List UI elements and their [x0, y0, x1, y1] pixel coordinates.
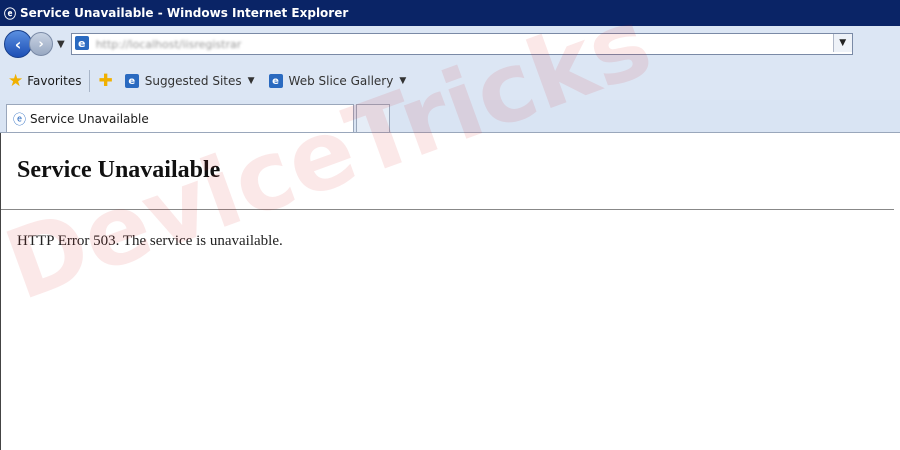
favorites-button[interactable]: Favorites — [27, 74, 81, 88]
tab-label: Service Unavailable — [30, 111, 149, 126]
error-message: HTTP Error 503. The service is unavailab… — [17, 233, 283, 249]
ie-page-icon: e — [74, 36, 89, 50]
new-tab-button[interactable] — [356, 104, 390, 132]
divider — [1, 209, 894, 210]
page-title: Service Unavailable — [17, 157, 221, 183]
tab-service-unavailable[interactable]: ⓔ Service Unavailable — [6, 104, 354, 132]
recent-pages-dropdown-icon[interactable]: ▼ — [57, 39, 65, 50]
ie-page-icon: e — [268, 74, 283, 88]
favorite-web-slice-gallery[interactable]: e Web Slice Gallery ▼ — [268, 74, 406, 88]
window-title-bar: ⓔ Service Unavailable - Windows Internet… — [0, 0, 900, 26]
tab-strip: ⓔ Service Unavailable — [0, 100, 900, 133]
back-button[interactable]: ‹ — [4, 30, 32, 58]
chevron-down-icon[interactable]: ▼ — [399, 76, 406, 86]
favorite-label: Suggested Sites — [144, 74, 242, 88]
address-dropdown-icon[interactable]: ▼ — [832, 34, 852, 52]
favorite-suggested-sites[interactable]: e Suggested Sites ▼ — [124, 74, 255, 88]
forward-button[interactable]: › — [29, 32, 53, 56]
address-input[interactable] — [93, 36, 838, 52]
address-box[interactable]: e ▼ — [70, 33, 853, 55]
page-content: Service Unavailable HTTP Error 503. The … — [0, 133, 900, 450]
ie-logo-icon: ⓔ — [4, 6, 17, 21]
add-to-favorites-bar-icon[interactable]: ✚ — [98, 71, 112, 91]
chevron-down-icon[interactable]: ▼ — [248, 76, 255, 86]
window-title: Service Unavailable - Windows Internet E… — [20, 6, 349, 20]
divider — [89, 70, 91, 92]
ie-logo-icon: ⓔ — [13, 113, 27, 128]
favorites-bar: ★ Favorites ✚ e Suggested Sites ▼ e Web … — [0, 62, 900, 101]
address-toolbar: ‹ › ▼ e ▼ — [0, 26, 900, 62]
ie-page-icon: e — [124, 74, 139, 88]
favorites-star-icon[interactable]: ★ — [8, 71, 23, 91]
favorite-label: Web Slice Gallery — [288, 74, 394, 88]
